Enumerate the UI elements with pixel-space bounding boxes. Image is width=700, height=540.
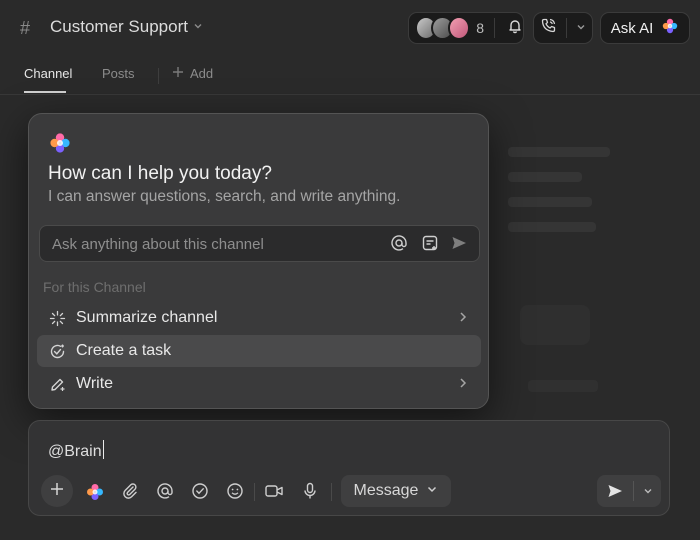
menu-item-create-task[interactable]: Create a task xyxy=(37,335,481,367)
tab-posts[interactable]: Posts xyxy=(102,66,135,81)
send-button[interactable] xyxy=(597,482,633,500)
ask-input-field[interactable] xyxy=(39,225,480,263)
task-check-icon xyxy=(47,343,67,360)
message-composer[interactable]: @Brain Message xyxy=(28,420,670,516)
microphone-icon[interactable] xyxy=(301,482,319,505)
message-type-select[interactable]: Message xyxy=(341,475,451,507)
assistant-heading: How can I help you today? xyxy=(48,163,272,184)
message-type-label: Message xyxy=(353,482,419,499)
member-count[interactable]: 8 xyxy=(476,20,484,36)
note-icon[interactable] xyxy=(421,234,439,257)
menu-item-label: Write xyxy=(76,375,114,392)
bell-icon[interactable] xyxy=(507,18,523,39)
sparkle-icon xyxy=(47,310,67,327)
ask-ai-label: Ask AI xyxy=(610,19,654,37)
chevron-down-icon xyxy=(426,482,438,500)
mention-icon[interactable] xyxy=(156,482,174,505)
chevron-right-icon xyxy=(457,309,469,330)
channel-title[interactable]: Customer Support xyxy=(50,17,203,37)
add-attachment-button[interactable] xyxy=(41,475,73,507)
send-button-group xyxy=(597,475,661,507)
ask-ai-button[interactable]: Ask AI xyxy=(600,12,690,44)
brain-logo-icon xyxy=(661,17,679,39)
active-tab-indicator xyxy=(24,91,66,93)
send-options-chevron-icon[interactable] xyxy=(634,486,661,496)
composer-text: @Brain xyxy=(48,443,102,460)
chevron-down-icon xyxy=(193,21,203,34)
ai-assistant-popup: How can I help you today? I can answer q… xyxy=(28,113,489,409)
menu-item-label: Summarize channel xyxy=(76,309,218,326)
menu-item-label: Create a task xyxy=(76,342,172,359)
pen-sparkle-icon xyxy=(47,376,67,393)
channel-title-text: Customer Support xyxy=(50,17,188,36)
channel-header: # Customer Support 8 Ask AI xyxy=(0,0,700,58)
plus-icon xyxy=(172,66,184,81)
divider xyxy=(158,68,159,84)
section-label: For this Channel xyxy=(43,279,146,295)
phone-icon[interactable] xyxy=(540,17,557,39)
divider xyxy=(566,18,567,38)
task-check-icon[interactable] xyxy=(191,482,209,505)
avatar[interactable] xyxy=(447,16,471,40)
call-controls xyxy=(533,12,593,44)
emoji-icon[interactable] xyxy=(226,482,244,505)
members-and-notifications: 8 xyxy=(408,12,524,44)
text-caret xyxy=(102,440,104,459)
brain-logo-icon[interactable] xyxy=(85,482,105,507)
chevron-right-icon xyxy=(457,375,469,396)
channel-tabs: Channel Posts Add xyxy=(0,60,700,95)
composer-input[interactable]: @Brain xyxy=(48,440,104,461)
brain-logo-icon xyxy=(48,131,72,160)
tab-add-label: Add xyxy=(190,66,214,81)
tab-channel[interactable]: Channel xyxy=(24,66,72,81)
video-icon[interactable] xyxy=(264,482,284,505)
plus-icon xyxy=(50,482,64,501)
divider xyxy=(254,483,255,501)
ask-input[interactable] xyxy=(50,226,384,263)
divider xyxy=(494,18,495,38)
send-icon[interactable] xyxy=(450,234,468,257)
menu-item-summarize-channel[interactable]: Summarize channel xyxy=(37,302,481,334)
menu-item-write[interactable]: Write xyxy=(37,368,481,400)
paperclip-icon[interactable] xyxy=(121,482,139,505)
mention-icon[interactable] xyxy=(390,234,408,257)
tab-add[interactable]: Add xyxy=(172,66,213,81)
divider xyxy=(331,483,332,501)
assistant-subheading: I can answer questions, search, and writ… xyxy=(48,188,401,205)
hash-icon: # xyxy=(20,18,31,38)
chevron-down-icon[interactable] xyxy=(576,19,586,37)
